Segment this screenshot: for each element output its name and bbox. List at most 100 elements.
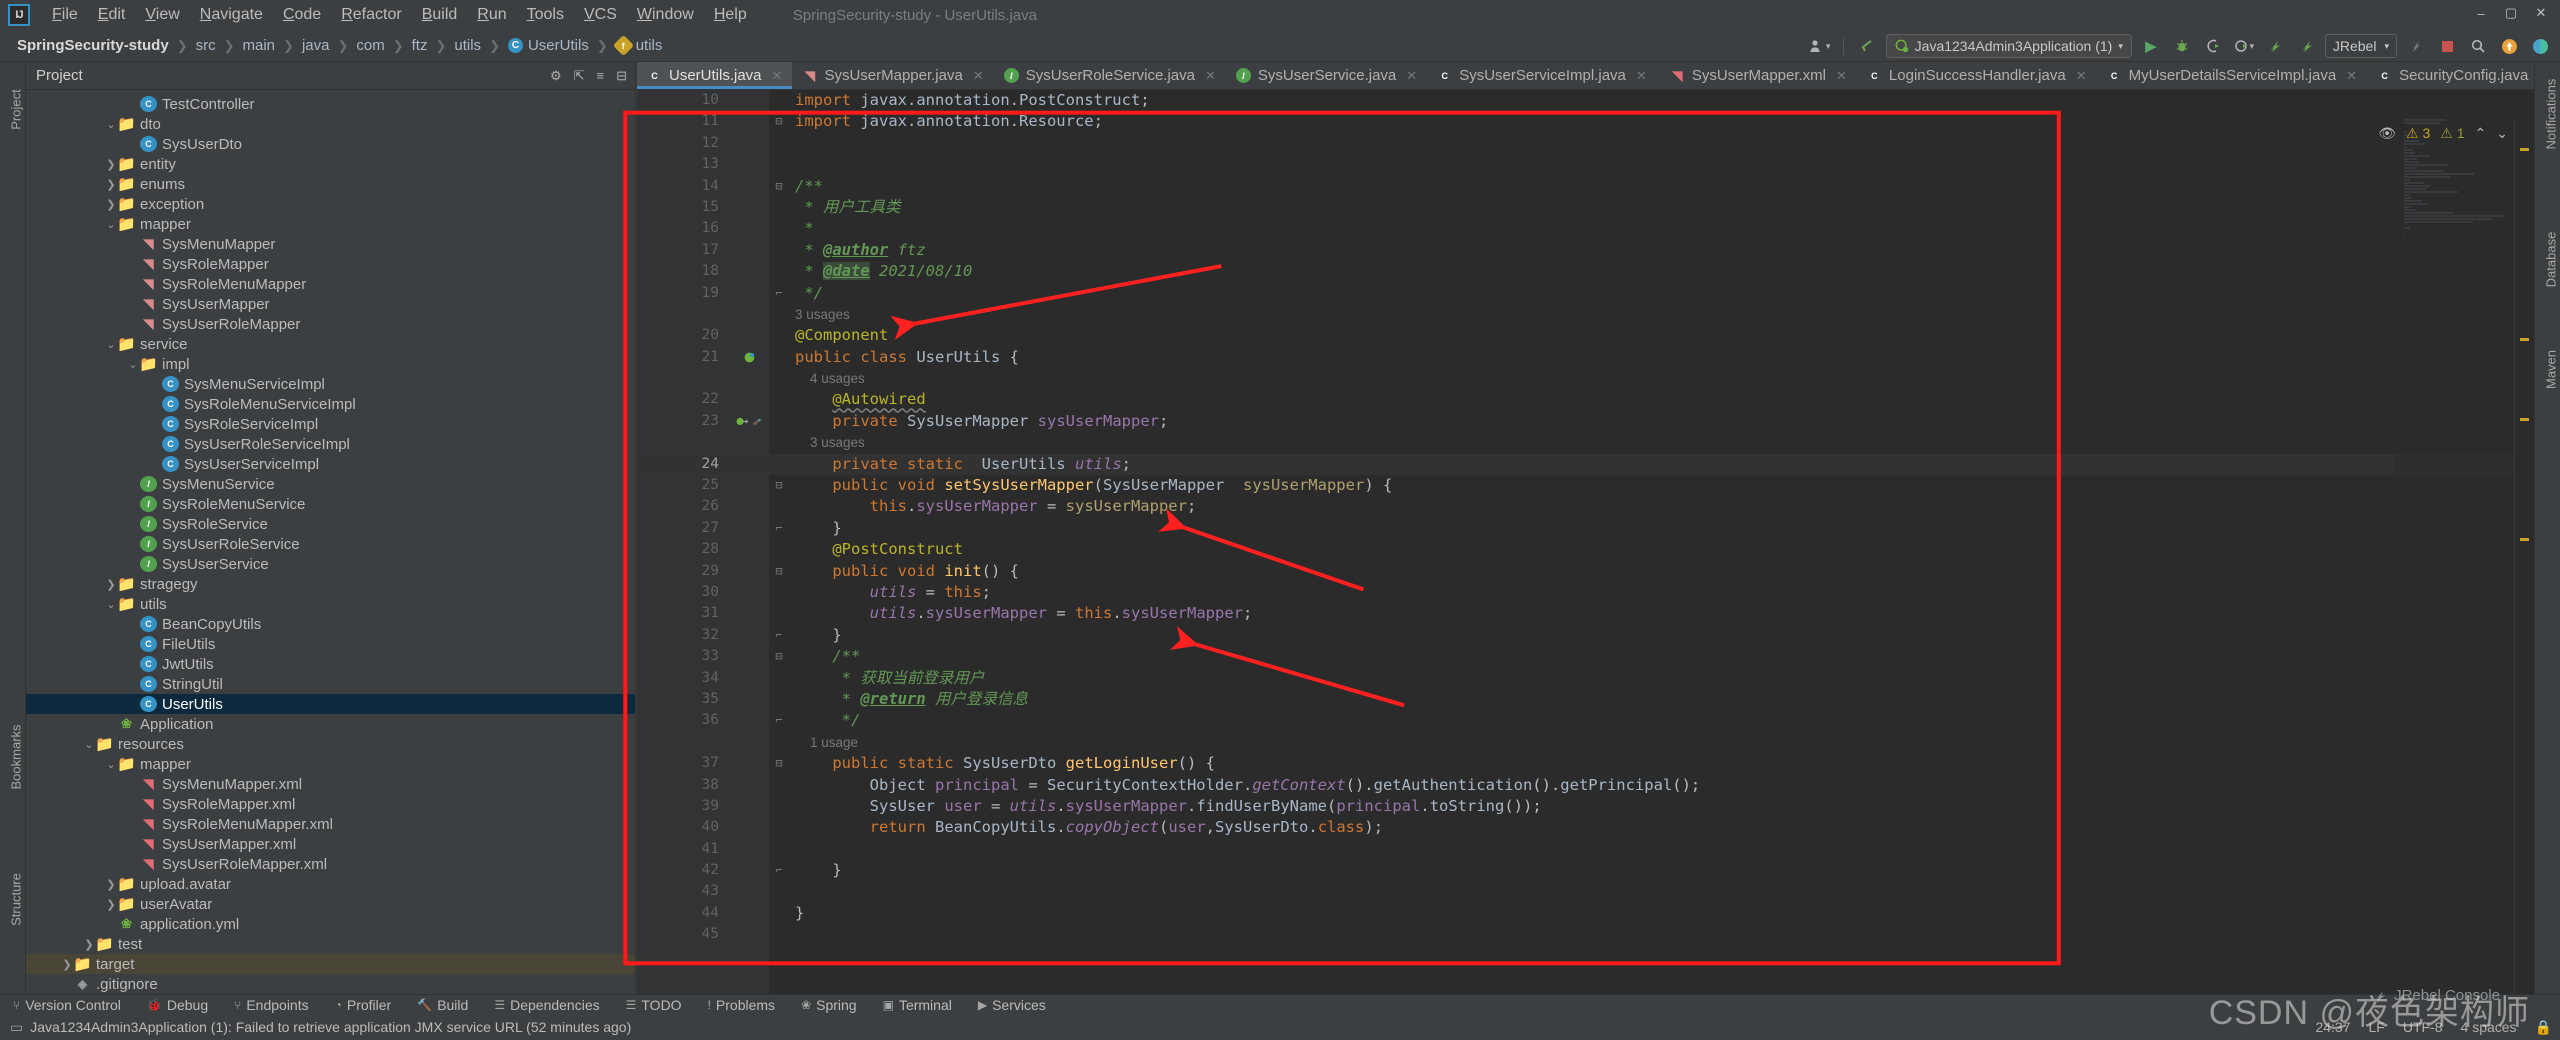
chevron-right-icon[interactable]: ❯ xyxy=(82,938,96,951)
chevron-right-icon[interactable]: ❯ xyxy=(104,898,118,911)
code-line[interactable]: 13 xyxy=(637,154,2534,175)
toolwindow-todo[interactable]: ☰ TODO xyxy=(613,997,695,1013)
tree-node-sysuserservice[interactable]: I SysUserService xyxy=(26,554,635,574)
gutter-glyph[interactable] xyxy=(729,351,769,364)
settings-gear-icon[interactable]: ⚙ xyxy=(550,68,562,84)
close-button[interactable]: ✕ xyxy=(2526,2,2556,24)
editor-tab-loginsuccesshandler-java[interactable]: C LoginSuccessHandler.java ✕ xyxy=(1857,62,2097,89)
tree-node-testcontroller[interactable]: C TestController xyxy=(26,94,635,114)
menu-help[interactable]: Help xyxy=(704,2,757,28)
tree-node-sysrolemenuserviceimpl[interactable]: C SysRoleMenuServiceImpl xyxy=(26,394,635,414)
close-icon[interactable]: ✕ xyxy=(1836,68,1847,84)
code-line[interactable]: 17 * @author ftz xyxy=(637,240,2534,261)
caret-position[interactable]: 24:37 xyxy=(2315,1019,2350,1035)
breadcrumb-java[interactable]: java xyxy=(299,37,333,54)
tree-node-sysusermapper[interactable]: ◥ SysUserMapper xyxy=(26,294,635,314)
code-line[interactable]: 29 ⊟ public void init() { xyxy=(637,561,2534,582)
tree-node-sysrolemapper[interactable]: ◥ SysRoleMapper xyxy=(26,254,635,274)
chevron-down-icon[interactable]: ⌄ xyxy=(104,218,118,231)
code-line[interactable]: 42 ⌐ } xyxy=(637,860,2534,881)
minimize-button[interactable]: – xyxy=(2466,2,2496,24)
chevron-right-icon[interactable]: ❯ xyxy=(104,578,118,591)
menu-window[interactable]: Window xyxy=(627,2,704,28)
chevron-down-icon[interactable]: ⌄ xyxy=(82,738,96,751)
menu-refactor[interactable]: Refactor xyxy=(331,2,411,28)
tree-node-stringutil[interactable]: C StringUtil xyxy=(26,674,635,694)
chevron-right-icon[interactable]: ❯ xyxy=(104,198,118,211)
tree-node-utils[interactable]: ⌄ 📁 utils xyxy=(26,594,635,614)
settings-icon[interactable] xyxy=(2528,34,2552,58)
fold-marker[interactable]: ⊟ xyxy=(769,646,789,667)
tree-node-beancopyutils[interactable]: C BeanCopyUtils xyxy=(26,614,635,634)
status-message-area[interactable]: ▭ Java1234Admin3Application (1): Failed … xyxy=(0,1019,631,1036)
rail-bookmarks[interactable]: Bookmarks xyxy=(9,724,24,789)
chevron-right-icon[interactable]: ❯ xyxy=(104,878,118,891)
toolwindow-version-control[interactable]: ⑂ Version Control xyxy=(0,997,134,1013)
fold-marker[interactable]: ⊟ xyxy=(769,111,789,132)
code-line[interactable]: 20 @Component xyxy=(637,325,2534,346)
toolwindow-services[interactable]: ▶ Services xyxy=(965,997,1059,1013)
breadcrumb-main[interactable]: main xyxy=(240,37,279,54)
toolwindow-terminal[interactable]: ▣ Terminal xyxy=(870,997,965,1013)
chevron-down-icon[interactable]: ⌄ xyxy=(104,598,118,611)
run-configuration-selector[interactable]: Java1234Admin3Application (1) ▾ xyxy=(1885,34,2132,58)
code-line[interactable]: 28 @PostConstruct xyxy=(637,539,2534,560)
tree-node-sysrolemenuservice[interactable]: I SysRoleMenuService xyxy=(26,494,635,514)
code-line[interactable]: 33 ⊟ /** xyxy=(637,646,2534,667)
tree-node-upload-avatar[interactable]: ❯ 📁 upload.avatar xyxy=(26,874,635,894)
hide-panel-icon[interactable]: ⊟ xyxy=(616,68,627,84)
close-icon[interactable]: ✕ xyxy=(772,68,783,84)
code-line[interactable]: 35 * @return 用户登录信息 xyxy=(637,689,2534,710)
tree-node-sysmenumapper[interactable]: ◥ SysMenuMapper xyxy=(26,234,635,254)
tree-node-fileutils[interactable]: C FileUtils xyxy=(26,634,635,654)
code-line[interactable]: 41 xyxy=(637,839,2534,860)
update-arrow-icon[interactable] xyxy=(2497,34,2521,58)
breadcrumb-utils[interactable]: utils xyxy=(451,37,484,54)
tree-node-sysuserrolemapper[interactable]: ◥ SysUserRoleMapper xyxy=(26,314,635,334)
jrebel-debug-icon[interactable] xyxy=(2294,34,2318,58)
tree-node-exception[interactable]: ❯ 📁 exception xyxy=(26,194,635,214)
fold-marker[interactable]: ⌐ xyxy=(769,710,789,731)
editor-tab-sysusermapper-java[interactable]: ◥ SysUserMapper.java ✕ xyxy=(792,62,993,89)
code-line[interactable]: 37 ⊟ public static SysUserDto getLoginUse… xyxy=(637,753,2534,774)
editor-minimap[interactable] xyxy=(2394,118,2514,994)
code-line[interactable]: 19 ⌐ */ xyxy=(637,283,2534,304)
breadcrumb-project[interactable]: SpringSecurity-study xyxy=(14,37,172,54)
code-line[interactable]: 36 ⌐ */ xyxy=(637,710,2534,731)
rail-project[interactable]: Project xyxy=(9,80,24,140)
jrebel-console-widget[interactable]: JRebel Console xyxy=(2372,987,2500,1004)
menu-view[interactable]: View xyxy=(135,2,189,28)
toolwindow-endpoints[interactable]: ⑂ Endpoints xyxy=(221,997,321,1013)
close-icon[interactable]: ✕ xyxy=(2076,68,2087,84)
menu-run[interactable]: Run xyxy=(467,2,516,28)
code-line[interactable]: 15 * 用户工具类 xyxy=(637,197,2534,218)
fold-marker[interactable]: ⊟ xyxy=(769,176,789,197)
next-problem-icon[interactable]: ⌄ xyxy=(2496,125,2508,142)
close-icon[interactable]: ✕ xyxy=(1636,68,1647,84)
tree-node-sysrolemenumapper-xml[interactable]: ◥ SysRoleMenuMapper.xml xyxy=(26,814,635,834)
code-line[interactable]: 24 private static UserUtils utils; xyxy=(637,453,2534,476)
fold-marker[interactable]: ⊟ xyxy=(769,753,789,774)
tree-node-resources[interactable]: ⌄ 📁 resources xyxy=(26,734,635,754)
tree-node-target[interactable]: ❯ 📁 target xyxy=(26,954,635,974)
tree-node-application-yml[interactable]: ❀ application.yml xyxy=(26,914,635,934)
code-lines[interactable]: 10 import javax.annotation.PostConstruct;… xyxy=(637,90,2534,994)
code-line[interactable]: 10 import javax.annotation.PostConstruct; xyxy=(637,90,2534,111)
code-line[interactable]: 18 * @date 2021/08/10 xyxy=(637,261,2534,282)
lock-icon[interactable]: 🔒 xyxy=(2535,1019,2552,1036)
tree-node-sysuserserviceimpl[interactable]: C SysUserServiceImpl xyxy=(26,454,635,474)
editor-tab-sysuserserviceimpl-java[interactable]: C SysUserServiceImpl.java ✕ xyxy=(1427,62,1657,89)
project-tree[interactable]: C TestController ⌄ 📁 dto C SysUserDto ❯ 📁 entity ❯… xyxy=(26,90,635,994)
profiler-run-icon[interactable]: ▾ xyxy=(2232,34,2256,58)
run-with-coverage-icon[interactable] xyxy=(2201,34,2225,58)
sort-icon[interactable]: ≡ xyxy=(597,68,605,84)
code-line[interactable]: 31 utils.sysUserMapper = this.sysUserMap… xyxy=(637,603,2534,624)
maximize-button[interactable]: ▢ xyxy=(2496,2,2526,24)
code-line[interactable]: 4 usages xyxy=(637,368,2534,389)
tree-node--gitignore[interactable]: ◈ .gitignore xyxy=(26,974,635,994)
code-line[interactable]: 39 SysUser user = utils.sysUserMapper.fi… xyxy=(637,796,2534,817)
editor-tab-securityconfig-java[interactable]: CSecurityConfig.java✕ xyxy=(2367,62,2534,89)
fold-marker[interactable]: ⌐ xyxy=(769,625,789,646)
code-line[interactable]: 22 @Autowired xyxy=(637,389,2534,410)
rail-maven[interactable]: Maven xyxy=(2544,340,2559,400)
